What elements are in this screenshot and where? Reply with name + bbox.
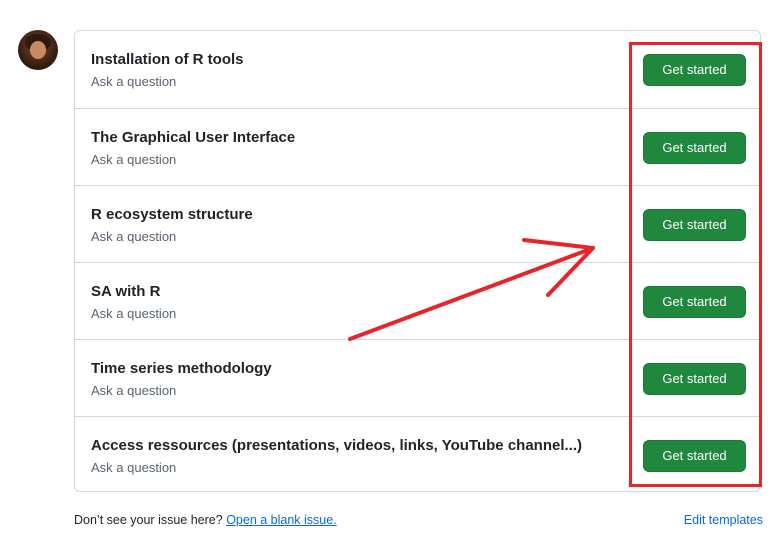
template-title: Access ressources (presentations, videos… [91,437,583,454]
template-row: Time series methodology Ask a question G… [75,339,760,416]
get-started-button[interactable]: Get started [643,363,746,395]
open-blank-issue-link[interactable]: Open a blank issue. [226,513,337,527]
user-avatar[interactable] [18,30,58,70]
get-started-button[interactable]: Get started [643,209,746,241]
template-row: Installation of R tools Ask a question G… [75,31,760,108]
footer-prompt-text: Don’t see your issue here? [74,513,223,527]
get-started-button[interactable]: Get started [643,132,746,164]
template-row: R ecosystem structure Ask a question Get… [75,185,760,262]
template-row: SA with R Ask a question Get started [75,262,760,339]
template-subtitle: Ask a question [91,460,177,475]
template-row: The Graphical User Interface Ask a quest… [75,108,760,185]
template-title: R ecosystem structure [91,206,253,223]
template-subtitle: Ask a question [91,306,177,321]
get-started-button[interactable]: Get started [643,286,746,318]
footer-prompt: Don’t see your issue here? Open a blank … [74,513,337,527]
template-title: Installation of R tools [91,51,244,68]
template-row: Access ressources (presentations, videos… [75,416,760,493]
edit-templates-link[interactable]: Edit templates [684,513,763,527]
template-subtitle: Ask a question [91,74,177,89]
template-subtitle: Ask a question [91,152,177,167]
template-title: Time series methodology [91,360,272,377]
template-title: SA with R [91,283,161,300]
avatar-face [30,41,46,59]
template-title: The Graphical User Interface [91,129,296,146]
template-subtitle: Ask a question [91,383,177,398]
issue-template-list: Installation of R tools Ask a question G… [74,30,761,492]
get-started-button[interactable]: Get started [643,54,746,86]
get-started-button[interactable]: Get started [643,440,746,472]
template-subtitle: Ask a question [91,229,177,244]
